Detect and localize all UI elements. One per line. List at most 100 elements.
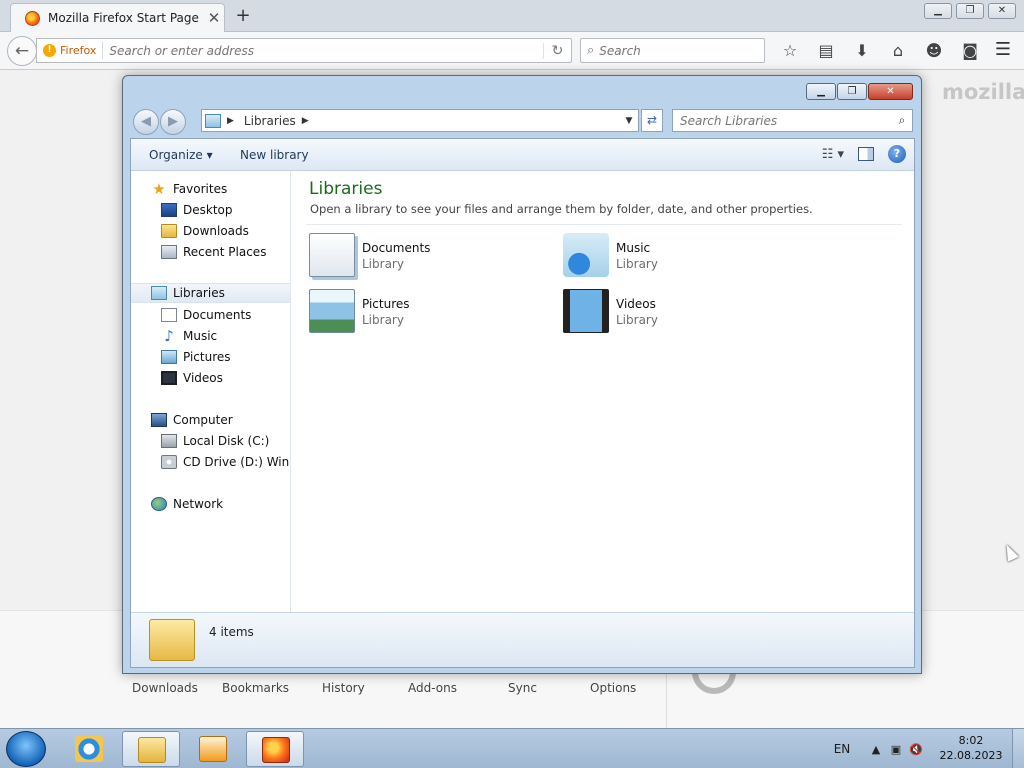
home-icon[interactable]: ⌂ bbox=[880, 38, 916, 64]
bookmark-star-icon[interactable]: ☆ bbox=[772, 38, 808, 64]
help-icon[interactable]: ? bbox=[888, 145, 906, 163]
toolbar-icons: ☆ ▤ ⬇ ⌂ ☻ ◙ bbox=[772, 38, 988, 64]
navigation-pane: ★ Favorites Desktop Downloads Recent Pla… bbox=[131, 171, 291, 612]
back-button[interactable]: ← bbox=[7, 36, 37, 66]
preview-pane-icon[interactable] bbox=[858, 147, 874, 161]
library-item-videos[interactable]: Videos Library bbox=[563, 287, 803, 335]
breadcrumb-arrow-icon[interactable]: ▶ bbox=[302, 116, 309, 126]
pictures-icon bbox=[161, 350, 177, 364]
nav-recent-places[interactable]: Recent Places bbox=[131, 242, 290, 262]
launcher-downloads[interactable]: Downloads bbox=[132, 681, 222, 695]
pocket-icon[interactable]: ◙ bbox=[952, 38, 988, 64]
new-tab-button[interactable]: + bbox=[232, 5, 254, 27]
tab-start-page[interactable]: Mozilla Firefox Start Page ✕ bbox=[10, 3, 225, 32]
nav-documents[interactable]: Documents bbox=[131, 305, 290, 325]
launcher-options[interactable]: Options bbox=[590, 681, 650, 695]
explorer-minimize-button[interactable]: ▁ bbox=[806, 83, 836, 100]
breadcrumb-arrow-icon[interactable]: ▶ bbox=[227, 116, 234, 126]
close-tab-icon[interactable]: ✕ bbox=[204, 9, 224, 27]
taskbar-windows-explorer[interactable] bbox=[122, 731, 180, 767]
info-icon: ! bbox=[43, 44, 56, 57]
nav-cd-drive[interactable]: CD Drive (D:) Windo bbox=[131, 452, 290, 472]
explorer-refresh-icon[interactable]: ⇄ bbox=[641, 109, 663, 132]
bookmarks-menu-icon[interactable]: ▤ bbox=[808, 38, 844, 64]
restore-button[interactable]: ❐ bbox=[956, 3, 984, 19]
address-dropdown-icon[interactable]: ▼ bbox=[620, 116, 638, 126]
firefox-icon bbox=[25, 10, 40, 26]
nav-desktop[interactable]: Desktop bbox=[131, 200, 290, 220]
reload-icon[interactable]: ↻ bbox=[543, 42, 571, 59]
documents-library-icon bbox=[309, 233, 355, 277]
libraries-icon bbox=[151, 286, 167, 300]
launcher-sync[interactable]: Sync bbox=[508, 681, 590, 695]
launcher-addons[interactable]: Add-ons bbox=[408, 681, 508, 695]
music-library-icon bbox=[563, 233, 609, 277]
hello-icon[interactable]: ☻ bbox=[916, 38, 952, 64]
organize-button[interactable]: Organize ▾ bbox=[149, 148, 213, 162]
explorer-close-button[interactable]: ✕ bbox=[868, 83, 913, 100]
search-icon[interactable]: ⌕ bbox=[892, 113, 912, 128]
nav-videos[interactable]: Videos bbox=[131, 368, 290, 388]
taskbar-internet-explorer[interactable] bbox=[60, 731, 118, 767]
clock[interactable]: 8:02 22.08.2023 bbox=[938, 733, 1004, 763]
taskbar: EN ▲ ▣ 🔇 8:02 22.08.2023 bbox=[0, 728, 1024, 768]
language-indicator[interactable]: EN bbox=[826, 742, 858, 756]
star-icon: ★ bbox=[152, 180, 166, 198]
nav-libraries[interactable]: Libraries bbox=[131, 283, 290, 303]
show-desktop-button[interactable] bbox=[1012, 729, 1024, 768]
taskbar-firefox[interactable] bbox=[246, 731, 304, 767]
library-item-documents[interactable]: Documents Library bbox=[309, 231, 549, 279]
breadcrumb-libraries[interactable]: Libraries bbox=[244, 114, 296, 128]
explorer-search-box[interactable]: ⌕ bbox=[672, 109, 913, 132]
close-button[interactable]: ✕ bbox=[988, 3, 1016, 19]
system-tray: EN ▲ ▣ 🔇 bbox=[826, 729, 926, 768]
start-button[interactable] bbox=[6, 731, 46, 767]
recent-places-icon bbox=[161, 245, 177, 259]
search-input[interactable] bbox=[594, 43, 745, 58]
library-item-pictures[interactable]: Pictures Library bbox=[309, 287, 549, 335]
explorer-search-input[interactable] bbox=[673, 113, 892, 128]
url-bar[interactable]: ! Firefox ↻ bbox=[36, 38, 572, 63]
search-icon: ⌕ bbox=[587, 43, 595, 58]
videos-icon bbox=[161, 371, 177, 385]
nav-local-disk[interactable]: Local Disk (C:) bbox=[131, 431, 290, 451]
videos-library-icon bbox=[563, 289, 609, 333]
nav-documents-label: Documents bbox=[183, 308, 252, 322]
firefox-icon bbox=[262, 737, 290, 763]
launcher-history[interactable]: History bbox=[322, 681, 408, 695]
nav-downloads[interactable]: Downloads bbox=[131, 221, 290, 241]
mozilla-logo: mozilla bbox=[942, 80, 1024, 104]
network-tray-icon[interactable]: ▣ bbox=[886, 743, 906, 756]
site-identity[interactable]: ! Firefox bbox=[37, 42, 104, 59]
address-bar[interactable]: ▶ Libraries ▶ ▼ bbox=[201, 109, 639, 132]
command-bar: Organize ▾ New library ☷ ▾ ? bbox=[131, 139, 914, 171]
search-bar[interactable]: ⌕ bbox=[580, 38, 765, 63]
explorer-maximize-button[interactable]: ❐ bbox=[837, 83, 867, 100]
launcher-bookmarks[interactable]: Bookmarks bbox=[222, 681, 322, 695]
nav-music[interactable]: ♪ Music bbox=[131, 326, 290, 346]
nav-computer[interactable]: Computer bbox=[131, 410, 290, 430]
library-kind: Library bbox=[616, 257, 658, 271]
nav-pictures[interactable]: Pictures bbox=[131, 347, 290, 367]
show-hidden-icons-icon[interactable]: ▲ bbox=[866, 743, 886, 756]
hamburger-menu-icon[interactable]: ☰ bbox=[990, 38, 1016, 64]
nav-downloads-label: Downloads bbox=[183, 224, 249, 238]
library-name: Videos bbox=[616, 297, 656, 311]
library-item-music[interactable]: Music Library bbox=[563, 231, 803, 279]
minimize-button[interactable]: ▁ bbox=[924, 3, 952, 19]
library-name: Music bbox=[616, 241, 651, 255]
explorer-back-button[interactable]: ◀ bbox=[133, 109, 159, 135]
url-input[interactable] bbox=[103, 43, 543, 58]
downloads-icon[interactable]: ⬇ bbox=[844, 38, 880, 64]
nav-network[interactable]: Network bbox=[131, 494, 290, 514]
clock-time: 8:02 bbox=[958, 734, 984, 747]
explorer-forward-button[interactable]: ▶ bbox=[160, 109, 186, 135]
library-kind: Library bbox=[616, 313, 658, 327]
taskbar-media-player[interactable] bbox=[184, 731, 242, 767]
clock-date: 22.08.2023 bbox=[939, 749, 1003, 762]
nav-favorites[interactable]: ★ Favorites bbox=[131, 179, 290, 199]
volume-muted-icon[interactable]: 🔇 bbox=[906, 743, 926, 756]
change-view-icon[interactable]: ☷ ▾ bbox=[822, 147, 844, 162]
new-library-button[interactable]: New library bbox=[240, 148, 309, 162]
explorer-window: ▁ ❐ ✕ ◀ ▶ ▶ Libraries ▶ ▼ ⇄ ⌕ Organize ▾… bbox=[122, 75, 922, 674]
